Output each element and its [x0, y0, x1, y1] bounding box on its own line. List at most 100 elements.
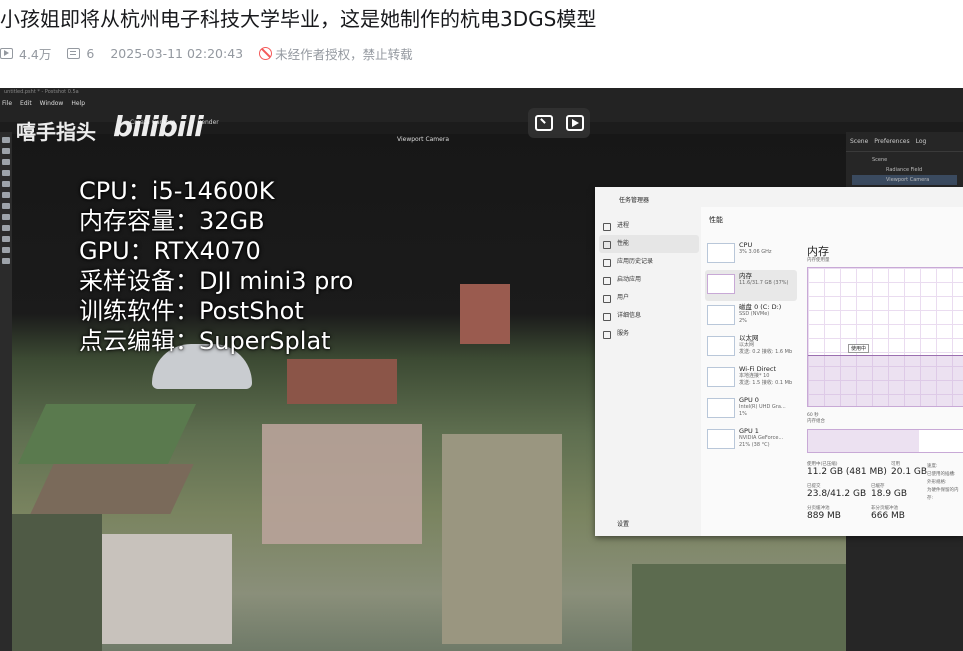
select-icon — [2, 148, 10, 154]
layer-icon — [2, 225, 10, 231]
cpu-graph — [707, 243, 735, 263]
axis-icon — [2, 236, 10, 242]
wifi-graph — [707, 367, 735, 387]
resource-name: GPU 1 — [739, 427, 759, 435]
field-left — [18, 404, 196, 464]
ethernet-graph — [707, 336, 735, 356]
track-field — [30, 464, 194, 514]
tab-scene: Scene — [850, 138, 869, 145]
resource-name: 以太网 — [739, 334, 759, 342]
resource-detail: Intel(R) UHD Gra... 1% — [739, 404, 786, 417]
tab-preferences: Preferences — [874, 138, 910, 145]
danmaku-count: 6 — [67, 46, 94, 61]
memory-composition-bar — [807, 429, 963, 453]
stat-value: 20.1 GB — [891, 467, 928, 477]
flag-icon — [2, 159, 10, 165]
copyright-notice-text: 未经作者授权，禁止转载 — [275, 46, 413, 62]
nav-startup-apps: 启动应用 — [599, 271, 699, 289]
gpu0-graph — [707, 398, 735, 418]
stat-available: 可用 20.1 GB — [891, 461, 927, 477]
stat-cached: 已缓存 18.9 GB — [871, 483, 907, 499]
extra-speed: 速度: — [927, 464, 938, 469]
video-player[interactable]: untitled.psht * - Postshot 0.5a File Edi… — [0, 88, 963, 651]
player-floating-controls — [528, 108, 590, 138]
stat-paged-pool: 分页缓冲池 889 MB — [807, 505, 841, 521]
resource-name: 内存 — [739, 272, 752, 280]
stat-value: 889 MB — [807, 511, 841, 521]
play-count-icon — [0, 47, 13, 59]
resource-name: Wi-Fi Direct — [739, 365, 777, 373]
camera-icon — [2, 247, 10, 253]
resource-name: GPU 0 — [739, 396, 759, 404]
nav-performance: 性能 — [599, 235, 699, 253]
task-manager-nav: 进程 性能 应用历史记录 启动应用 用户 详细信息 服务 — [599, 217, 699, 343]
resource-detail: 3% 3.06 GHz — [739, 249, 772, 255]
extra-hw-reserved: 为硬件保留的内存: — [927, 488, 959, 501]
tree-viewport-camera: Viewport Camera — [852, 175, 957, 185]
spec-overlay: CPU：i5-14600K 内存容量：32GB GPU：RTX4070 采样设备… — [79, 176, 353, 356]
task-manager-window: 任务管理器 进程 性能 应用历史记录 启动应用 用户 详细信息 服务 设置 性能… — [595, 187, 963, 536]
scale-icon — [2, 192, 10, 198]
video-title: 小孩姐即将从杭州电子科技大学毕业，这是她制作的杭电3DGS模型 — [0, 7, 597, 31]
resource-memory: 内存 11.6/31.7 GB (37%) — [705, 270, 797, 301]
gpu1-graph — [707, 429, 735, 449]
scene-panel-tabs: Scene Preferences Log — [846, 132, 963, 152]
building-red — [287, 359, 397, 404]
danmaku-count-value: 6 — [86, 45, 95, 61]
composition-caption: 内存组合 — [807, 419, 825, 424]
stat-committed: 已提交 23.8/41.2 GB — [807, 483, 866, 499]
tab-log: Log — [915, 138, 927, 145]
resource-name: CPU — [739, 241, 753, 249]
rotate-icon — [2, 181, 10, 187]
resource-detail: NVIDIA GeForce... 21% (38 °C) — [739, 435, 784, 448]
performance-title: 性能 — [709, 216, 723, 224]
resource-cpu: CPU 3% 3.06 GHz — [705, 239, 797, 270]
home-icon — [2, 137, 10, 143]
tree-scene: Scene — [872, 157, 888, 163]
view-count-value: 4.4万 — [19, 46, 52, 62]
stat-value: 11.2 GB (481 MB) — [807, 467, 887, 477]
menu-help: Help — [71, 100, 86, 107]
settings-icon — [2, 258, 10, 264]
move-icon — [2, 170, 10, 176]
in-use-tooltip: 使用中 — [848, 344, 870, 353]
stat-nonpaged-pool: 非分页缓冲池 666 MB — [871, 505, 905, 521]
performance-pane: 性能 CPU 3% 3.06 GHz 内存 11.6/31.7 GB (37%) 磁… — [701, 207, 963, 536]
spec-capture-device: 采样设备：DJI mini3 pro — [79, 267, 354, 295]
spec-pointcloud-editor: 点云编辑：SuperSplat — [79, 327, 331, 355]
nav-users: 用户 — [599, 289, 699, 307]
stat-in-use: 使用中(已压缩) 11.2 GB (481 MB) — [807, 461, 887, 477]
uploader-watermark: 嘻手指头 — [16, 120, 96, 144]
memory-usage-graph: 使用中 — [807, 267, 963, 407]
copyright-notice: 未经作者授权，禁止转载 — [259, 44, 413, 63]
main-building — [460, 284, 510, 344]
nav-processes: 进程 — [599, 217, 699, 235]
resource-detail: SSD (NVMe) 2% — [739, 311, 770, 324]
nav-settings: 设置 — [617, 521, 630, 528]
bilibili-logo: bilibili — [113, 110, 204, 143]
memory-graph-thumb — [707, 274, 735, 294]
resource-list: CPU 3% 3.06 GHz 内存 11.6/31.7 GB (37%) 磁盘 0… — [705, 239, 797, 456]
no-repost-icon — [259, 46, 273, 60]
resource-detail: 本地连接* 10 发送: 1.5 接收: 0.1 Mb — [739, 373, 793, 386]
ai-assist-icon[interactable] — [565, 115, 584, 131]
danmaku-icon — [67, 47, 81, 59]
resource-name: 磁盘 0 (C: D:) — [739, 303, 782, 311]
viewport-camera-label: Viewport Camera — [397, 136, 449, 143]
scene-tree: Scene Radiance Field Viewport Camera — [846, 152, 963, 188]
trees-left — [12, 514, 102, 651]
app-menubar: File Edit Window Help — [2, 100, 85, 107]
menu-window: Window — [39, 100, 64, 107]
memory-usage-fill — [808, 354, 963, 406]
resource-detail: 11.6/31.7 GB (37%) — [739, 280, 789, 286]
resource-ethernet: 以太网 以太网 发送: 0.2 接收: 1.6 Mb — [705, 332, 797, 363]
extra-form-factor: 外形规格: — [927, 480, 947, 485]
video-meta: 4.4万 6 2025-03-11 02:20:43 未经作者授权，禁止转载 — [0, 44, 413, 62]
app-tool-strip — [0, 132, 12, 651]
extra-slots: 已使用的插槽: — [927, 472, 956, 477]
menu-file: File — [2, 100, 13, 107]
resource-gpu1: GPU 1 NVIDIA GeForce... 21% (38 °C) — [705, 425, 797, 456]
app-window-title: untitled.psht * - Postshot 0.5a — [4, 89, 79, 95]
pip-exit-icon[interactable] — [534, 115, 553, 131]
nav-services: 服务 — [599, 325, 699, 343]
